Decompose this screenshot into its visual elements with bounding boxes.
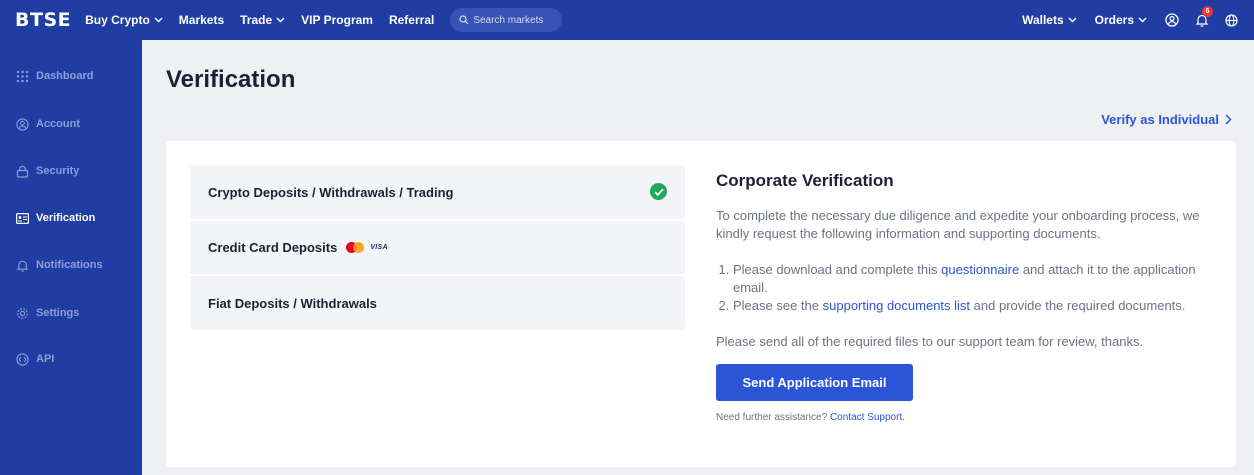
grid-icon bbox=[16, 70, 29, 82]
nav-wallets[interactable]: Wallets bbox=[1022, 13, 1077, 27]
sidebar-item-security[interactable]: Security bbox=[16, 163, 79, 179]
btse-logo[interactable]: BTSE bbox=[15, 9, 71, 31]
chevron-down-icon bbox=[276, 17, 285, 23]
sidebar: Dashboard Account Security Verification … bbox=[0, 40, 142, 475]
verification-card: Crypto Deposits / Withdrawals / Trading … bbox=[166, 141, 1236, 467]
sidebar-item-label: Account bbox=[36, 118, 80, 130]
top-navbar: BTSE Buy Crypto Markets Trade VIP Progra… bbox=[0, 0, 1254, 40]
check-circle-icon bbox=[650, 183, 667, 200]
right-nav: Wallets Orders 6 bbox=[1022, 0, 1254, 40]
option-label: Credit Card Deposits bbox=[208, 240, 338, 255]
step1-text: Please download and complete this bbox=[733, 262, 942, 277]
page-title: Verification bbox=[166, 66, 296, 93]
chevron-down-icon bbox=[154, 17, 163, 23]
contact-support-link[interactable]: Contact Support. bbox=[830, 412, 905, 423]
nav-buy-crypto-label: Buy Crypto bbox=[85, 13, 150, 27]
step2-text-end: and provide the required documents. bbox=[970, 298, 1186, 313]
chevron-down-icon bbox=[1068, 17, 1077, 23]
language-button[interactable] bbox=[1225, 13, 1238, 27]
send-application-email-button[interactable]: Send Application Email bbox=[716, 364, 913, 401]
sidebar-item-label: Verification bbox=[36, 212, 96, 224]
nav-referral[interactable]: Referral bbox=[389, 13, 434, 27]
sidebar-item-settings[interactable]: Settings bbox=[16, 305, 79, 321]
requirement-step-1: Please download and complete this questi… bbox=[733, 261, 1226, 297]
option-crypto[interactable]: Crypto Deposits / Withdrawals / Trading bbox=[190, 165, 685, 220]
mastercard-icon bbox=[346, 242, 365, 253]
help-text: Need further assistance? Contact Support… bbox=[716, 412, 1226, 423]
verification-options: Crypto Deposits / Withdrawals / Trading … bbox=[190, 165, 685, 330]
nav-markets[interactable]: Markets bbox=[179, 13, 224, 27]
verify-as-individual-link[interactable]: Verify as Individual bbox=[1101, 112, 1232, 127]
globe-icon bbox=[1225, 13, 1238, 27]
visa-logo: VISA bbox=[370, 244, 388, 251]
gear-icon bbox=[17, 307, 28, 319]
search-placeholder: Search markets bbox=[473, 14, 544, 26]
sidebar-item-label: Notifications bbox=[36, 259, 103, 271]
chevron-down-icon bbox=[1138, 17, 1147, 23]
search-input[interactable]: Search markets bbox=[450, 8, 563, 32]
sidebar-item-notifications[interactable]: Notifications bbox=[16, 257, 103, 273]
notifications-button[interactable]: 6 bbox=[1195, 6, 1213, 27]
lock-icon bbox=[16, 165, 29, 178]
sidebar-item-account[interactable]: Account bbox=[16, 116, 80, 132]
questionnaire-link[interactable]: questionnaire bbox=[941, 262, 1019, 277]
sidebar-item-verification[interactable]: Verification bbox=[16, 210, 95, 226]
bell-icon bbox=[16, 260, 29, 272]
user-icon bbox=[16, 117, 29, 131]
user-circle-icon bbox=[1165, 13, 1179, 27]
sidebar-item-dashboard[interactable]: Dashboard bbox=[16, 68, 93, 84]
closing-text: Please send all of the required files to… bbox=[716, 334, 1144, 349]
corporate-verification-section: Corporate Verification To complete the n… bbox=[716, 171, 1226, 423]
corporate-heading: Corporate Verification bbox=[716, 171, 894, 190]
nav-wallets-label: Wallets bbox=[1022, 13, 1064, 27]
api-icon bbox=[16, 352, 29, 366]
option-label: Fiat Deposits / Withdrawals bbox=[208, 295, 377, 311]
requirement-step-2: Please see the supporting documents list… bbox=[733, 297, 1226, 315]
profile-button[interactable] bbox=[1165, 13, 1179, 27]
id-card-icon bbox=[16, 212, 29, 224]
verify-as-individual-label: Verify as Individual bbox=[1101, 112, 1219, 127]
chevron-right-icon bbox=[1225, 114, 1232, 125]
nav-trade[interactable]: Trade bbox=[240, 13, 285, 27]
nav-orders[interactable]: Orders bbox=[1095, 13, 1147, 27]
supporting-documents-link[interactable]: supporting documents list bbox=[823, 298, 970, 313]
sidebar-item-api[interactable]: API bbox=[16, 351, 54, 367]
nav-vip-program[interactable]: VIP Program bbox=[301, 13, 373, 27]
option-label: Crypto Deposits / Withdrawals / Trading bbox=[208, 185, 454, 200]
sidebar-item-label: API bbox=[36, 353, 55, 365]
nav-orders-label: Orders bbox=[1094, 13, 1134, 27]
search-icon bbox=[459, 15, 469, 25]
corporate-intro: To complete the necessary due diligence … bbox=[716, 208, 1200, 241]
sidebar-item-label: Settings bbox=[36, 307, 80, 319]
help-label: Need further assistance? bbox=[716, 412, 830, 423]
option-fiat[interactable]: Fiat Deposits / Withdrawals bbox=[190, 274, 685, 330]
step2-text: Please see the bbox=[733, 298, 823, 313]
requirements-list: Please download and complete this questi… bbox=[716, 261, 1226, 315]
option-credit-card[interactable]: Credit Card Deposits VISA bbox=[190, 219, 685, 274]
notification-badge: 6 bbox=[1202, 6, 1213, 17]
sidebar-item-label: Security bbox=[36, 165, 80, 177]
nav-trade-label: Trade bbox=[240, 13, 273, 27]
sidebar-item-label: Dashboard bbox=[36, 70, 94, 82]
nav-buy-crypto[interactable]: Buy Crypto bbox=[85, 13, 163, 27]
